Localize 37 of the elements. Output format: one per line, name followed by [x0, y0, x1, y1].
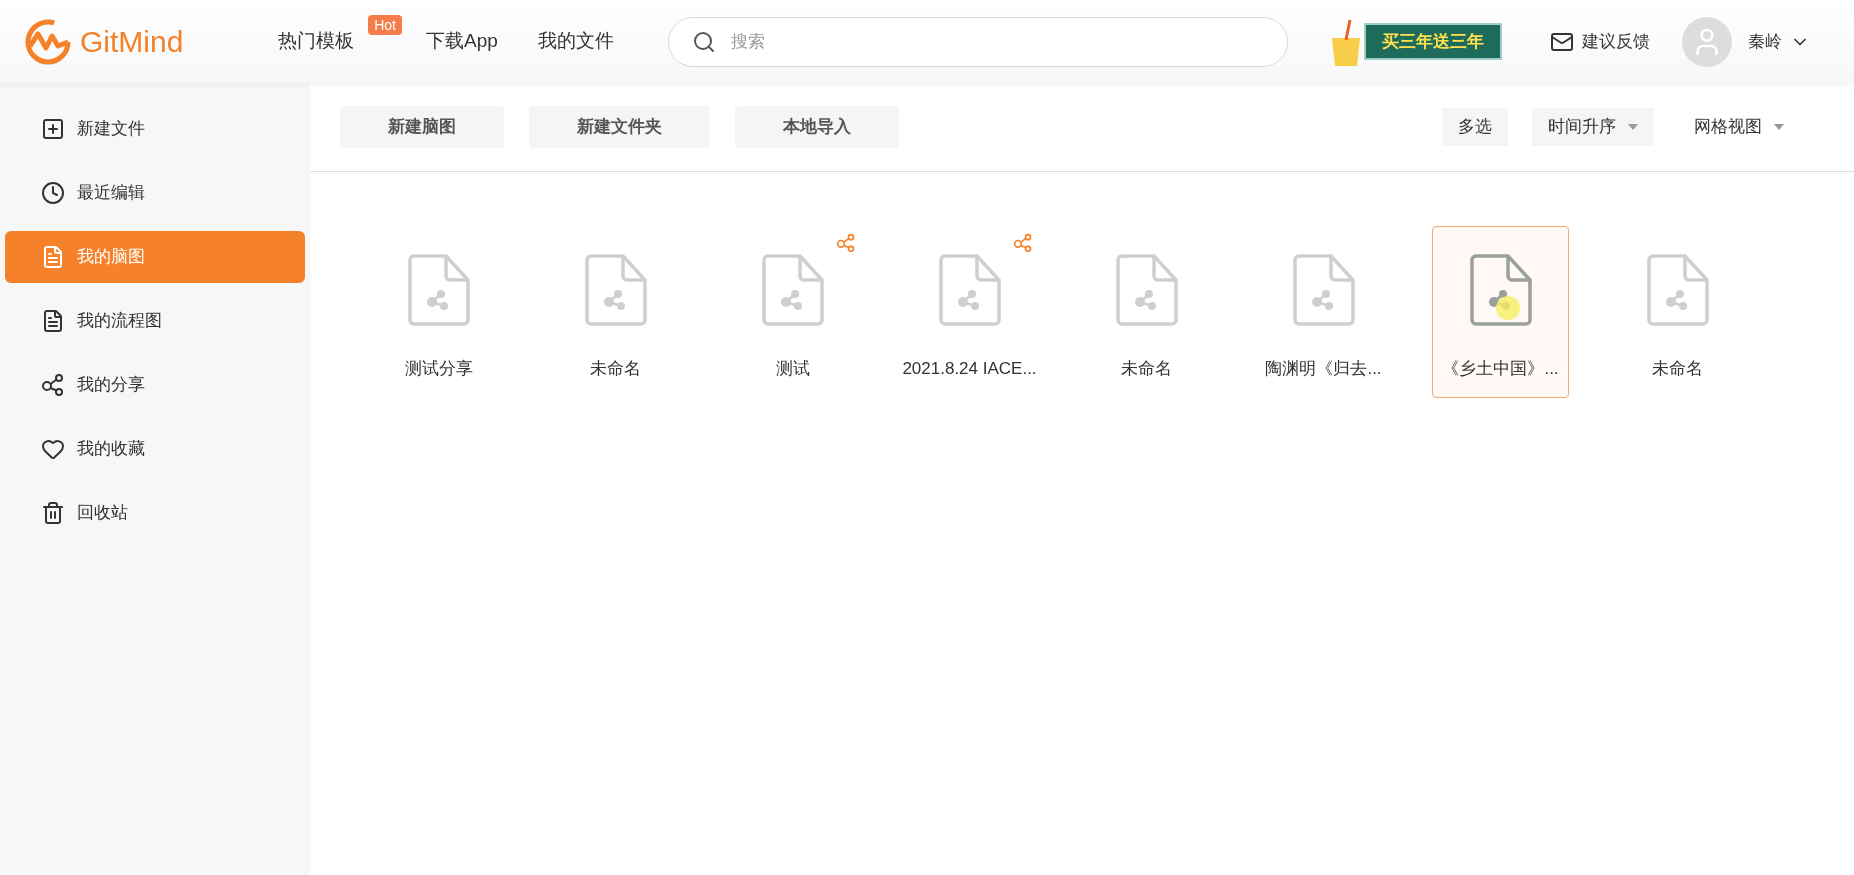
nav-link[interactable]: 我的文件: [537, 30, 614, 52]
file-card[interactable]: 未命名: [547, 226, 684, 398]
sidebar-item[interactable]: 我的分享: [5, 359, 305, 411]
nav-link[interactable]: 热门模板: [278, 30, 354, 52]
toolbar-button[interactable]: 新建文件夹: [529, 106, 710, 148]
file-name: 测试分享: [404, 358, 473, 380]
file-name: 测试: [775, 358, 810, 380]
sidebar-item[interactable]: 新建文件: [5, 103, 305, 155]
view-dropdown[interactable]: 网格视图: [1678, 108, 1800, 146]
file-name: 陶渊明《归去...: [1265, 358, 1382, 380]
file-name: 未命名: [1121, 358, 1172, 380]
logo-text: GitMind: [80, 24, 184, 60]
sidebar-item[interactable]: 我的收藏: [5, 423, 305, 475]
nav-link[interactable]: 下载App: [426, 30, 498, 52]
user-menu[interactable]: 秦岭: [1748, 28, 1810, 55]
file-card[interactable]: 未命名: [1078, 226, 1215, 398]
sort-dropdown[interactable]: 时间升序: [1532, 108, 1654, 146]
sidebar-item[interactable]: 我的流程图: [5, 295, 305, 347]
file-name: 未命名: [1652, 358, 1703, 380]
sidebar-item[interactable]: 回收站: [5, 487, 305, 539]
file-name: 未命名: [590, 358, 641, 380]
file-name: 《乡土中国》...: [1442, 358, 1559, 380]
file-card[interactable]: 测试: [724, 226, 861, 398]
sidebar-item[interactable]: 最近编辑: [5, 167, 305, 219]
search-field[interactable]: 搜索: [668, 16, 1288, 67]
hot-badge: Hot: [368, 15, 402, 36]
toolbar-button[interactable]: 本地导入: [735, 106, 899, 148]
file-name: 2021.8.24 IACE...: [902, 358, 1037, 380]
file-card[interactable]: 《乡土中国》...: [1432, 226, 1569, 398]
file-card[interactable]: 陶渊明《归去...: [1255, 226, 1392, 398]
multi-select-button[interactable]: 多选: [1442, 108, 1508, 146]
file-card[interactable]: 未命名: [1609, 226, 1746, 398]
promo-banner[interactable]: 买三年送三年: [1364, 22, 1502, 61]
toolbar-button[interactable]: 新建脑图: [340, 106, 504, 148]
feedback-button[interactable]: 建议反馈: [1550, 28, 1650, 55]
file-card[interactable]: 2021.8.24 IACE...: [901, 226, 1038, 398]
file-card[interactable]: 测试分享: [370, 226, 507, 398]
